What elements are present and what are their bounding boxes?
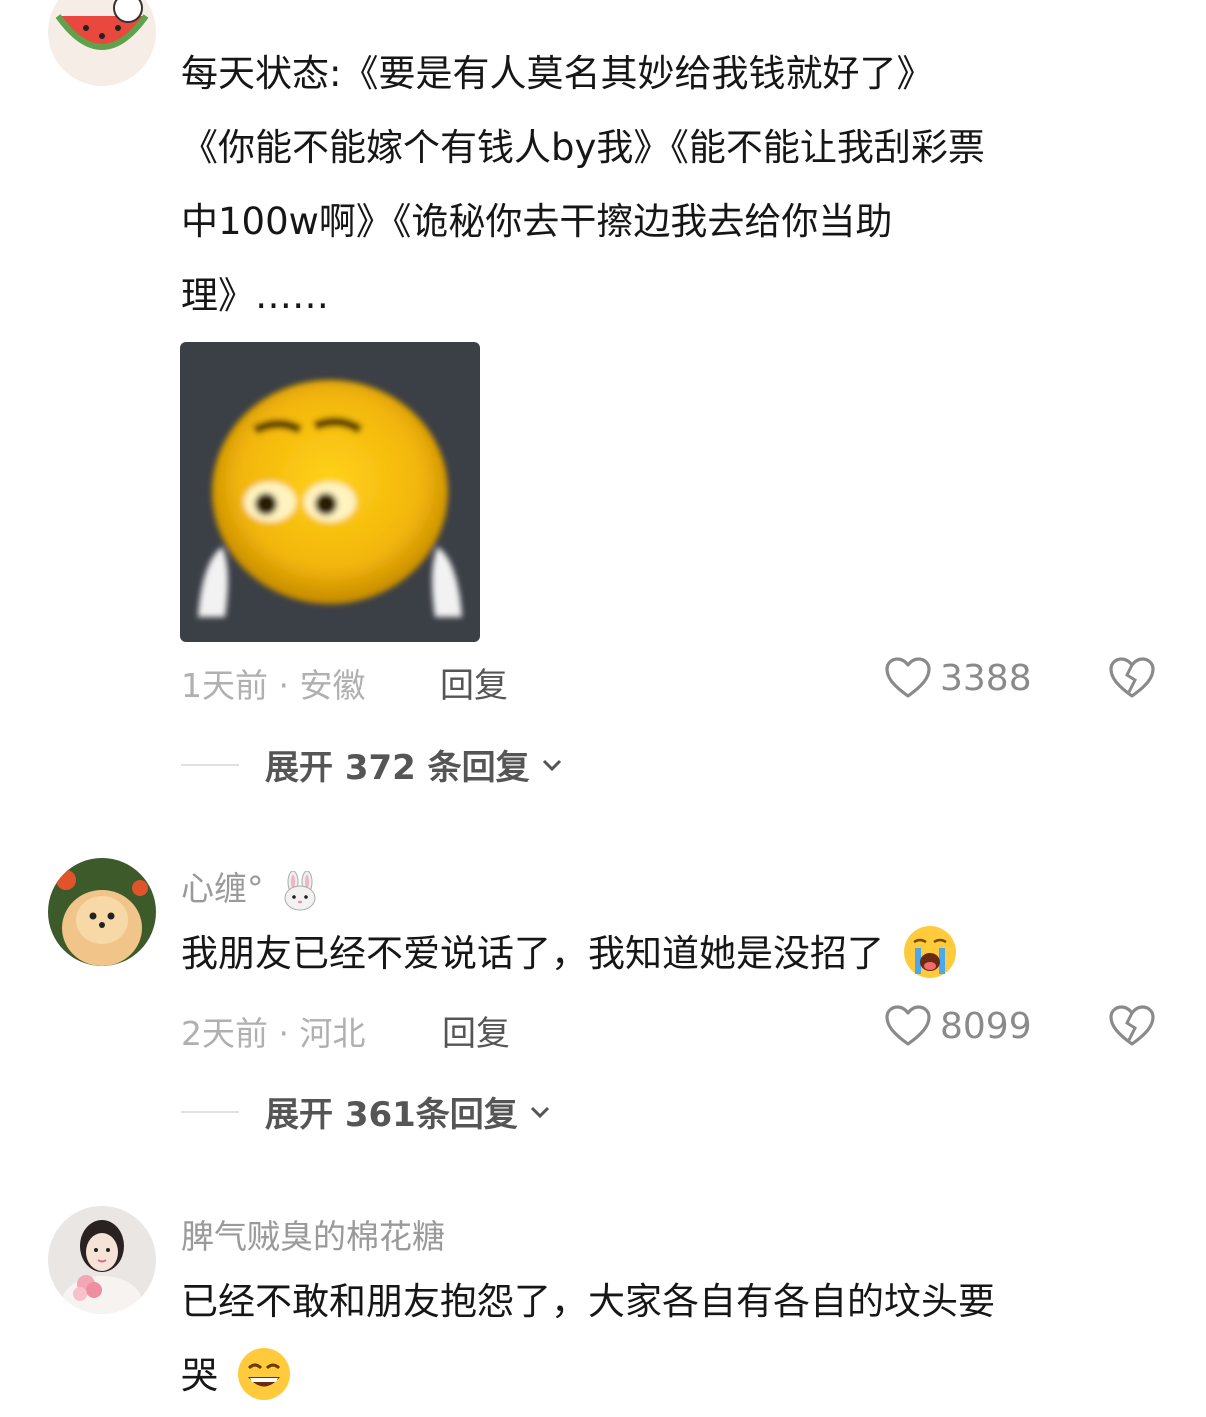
comment-2-text: 我朋友已经不爱说话了，我知道她是没招了 <box>181 932 884 975</box>
expand-replies-label: 展开 361条回复 <box>265 1095 518 1135</box>
girl-avatar-image <box>48 1206 156 1314</box>
chevron-down-icon <box>542 759 561 771</box>
chevron-down-icon <box>530 1106 549 1118</box>
avatar-watermelon[interactable] <box>48 0 156 86</box>
comment-2-expand-replies[interactable]: 展开 361条回复 <box>181 1087 554 1136</box>
watermelon-avatar-image <box>48 0 156 86</box>
comment-3-username[interactable]: 脾气贼臭的棉花糖 <box>181 1210 445 1258</box>
comment-1-line-3: 中100w啊》《诡秘你去干擦边我去给你当助 <box>181 200 893 243</box>
comment-1-like-count: 3388 <box>940 657 1032 699</box>
comment-2-like-button[interactable]: 8099 <box>884 1004 1032 1048</box>
loudly-crying-face-icon <box>903 925 956 978</box>
comment-1-dislike-button[interactable] <box>1108 656 1156 704</box>
broken-heart-icon <box>1109 1005 1155 1046</box>
comment-3-line-2: 哭 <box>181 1354 218 1397</box>
comment-1-line-2: 《你能不能嫁个有钱人by我》《能不能让我刮彩票 <box>181 126 985 169</box>
comment-1-expand-replies[interactable]: 展开 372 条回复 <box>181 740 566 789</box>
comment-1-like-button[interactable]: 3388 <box>884 656 1032 700</box>
divider-line <box>181 1110 239 1113</box>
divider-line <box>181 763 239 766</box>
comment-1-line-4: 理》…… <box>181 274 329 317</box>
comment-2-username-text: 心缠° <box>181 869 264 908</box>
heart-outline-icon <box>885 1005 931 1046</box>
yellow-face-sticker[interactable] <box>180 342 480 642</box>
comment-1-line-1: 每天状态:《要是有人莫名其妙给我钱就好了》 <box>181 52 934 95</box>
rabbit-face-icon <box>284 870 316 910</box>
comment-2-dislike-button[interactable] <box>1108 1004 1156 1052</box>
comment-2-reply-button[interactable]: 回复 <box>442 1006 510 1055</box>
avatar-girl[interactable] <box>48 1206 156 1314</box>
avatar-pomeranian[interactable] <box>48 858 156 966</box>
comment-2-text-row: 我朋友已经不爱说话了，我知道她是没招了 <box>181 918 960 990</box>
comment-1-reply-button[interactable]: 回复 <box>440 658 508 707</box>
comment-2-like-count: 8099 <box>940 1005 1032 1047</box>
heart-outline-icon <box>885 657 931 698</box>
comment-2-meta: 2天前 · 河北 <box>181 1014 366 1053</box>
comment-3-line-2-row: 哭 <box>181 1340 294 1412</box>
pleading-face-sticker-image <box>180 342 480 642</box>
broken-heart-icon <box>1109 657 1155 698</box>
pomeranian-avatar-image <box>48 858 156 966</box>
grinning-squinting-face-icon <box>237 1347 290 1400</box>
expand-replies-label: 展开 372 条回复 <box>265 748 530 788</box>
comment-1-meta: 1天前 · 安徽 <box>181 666 366 705</box>
comment-2-username[interactable]: 心缠° <box>181 862 320 911</box>
comment-3-line-1: 已经不敢和朋友抱怨了，大家各自有各自的坟头要 <box>181 1280 995 1323</box>
